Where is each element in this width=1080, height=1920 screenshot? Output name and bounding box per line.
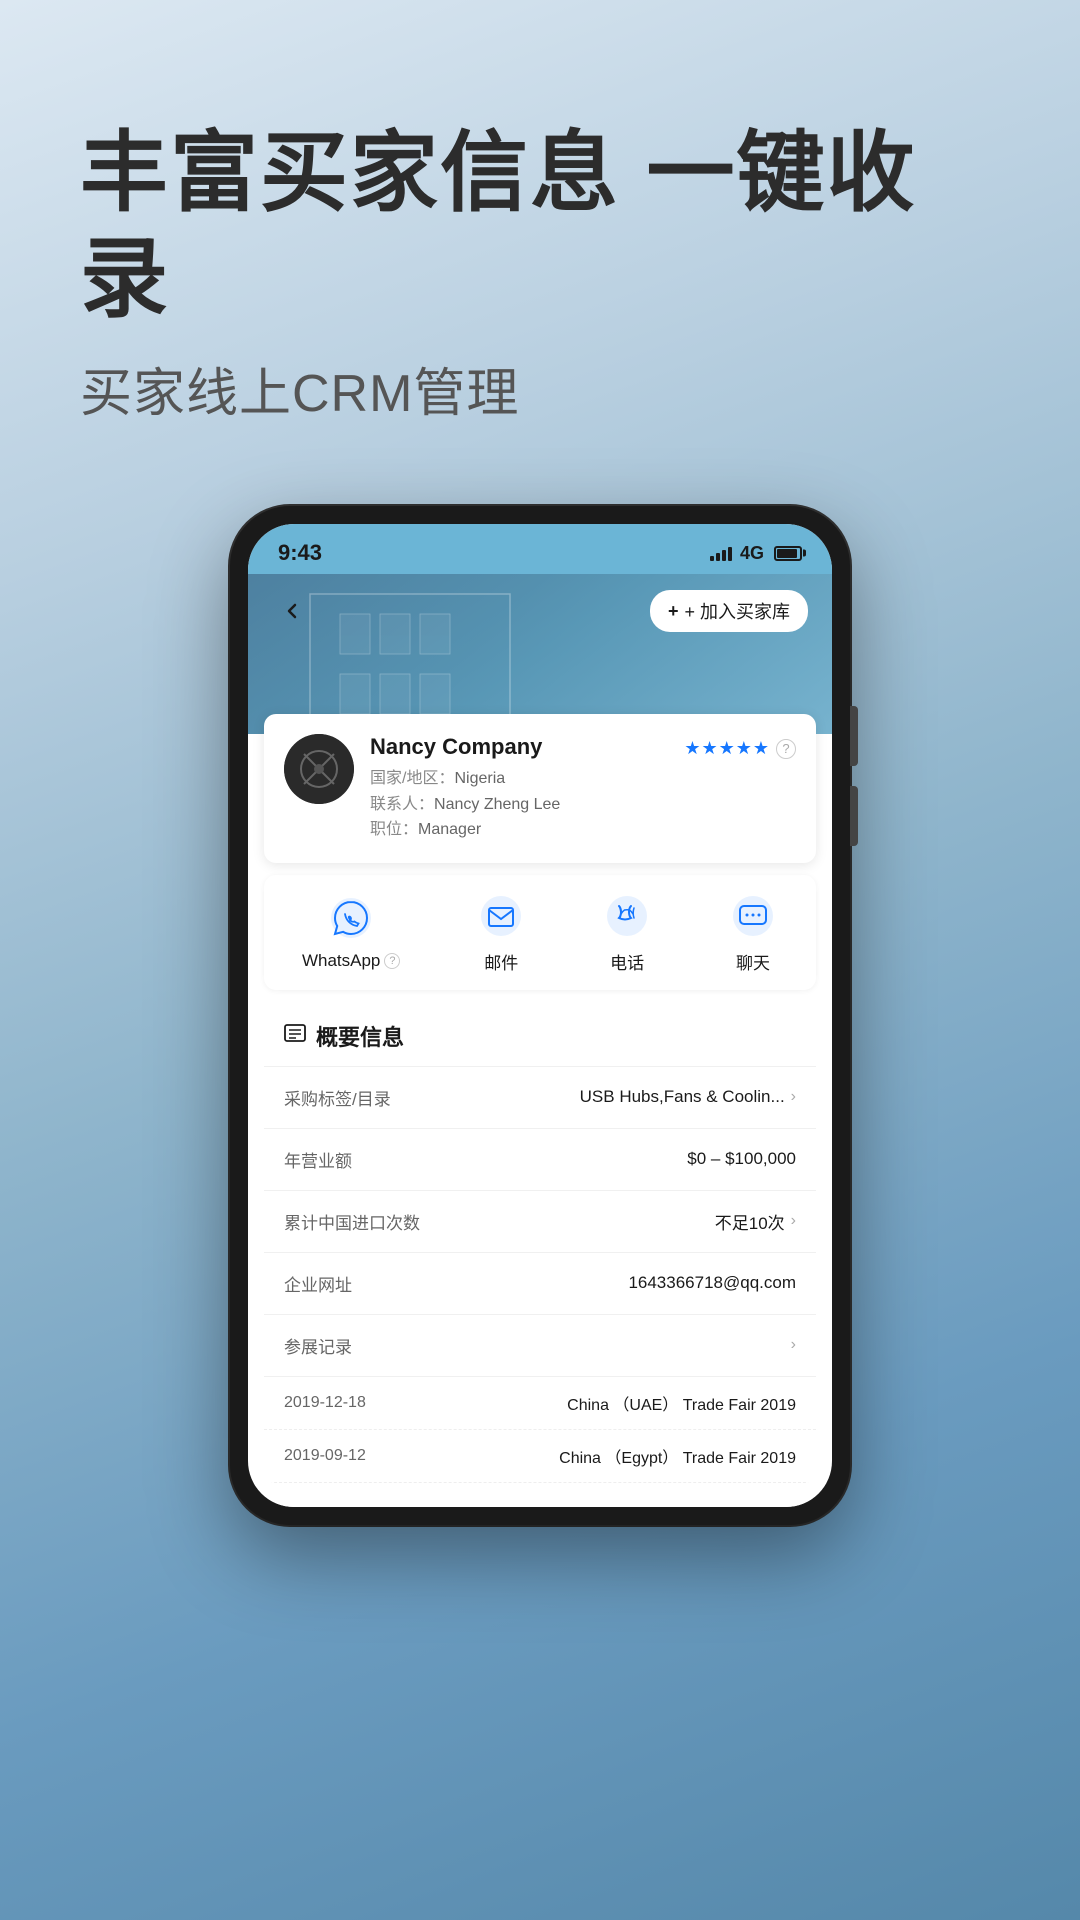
company-country: 国家/地区：Nigeria xyxy=(370,766,668,792)
rating-area: ★★★★★ ? xyxy=(684,738,796,759)
info-row-website: 企业网址 1643366718@qq.com xyxy=(264,1253,816,1315)
email-icon xyxy=(479,894,523,938)
info-row-revenue: 年营业额 $0 – $100,000 xyxy=(264,1129,816,1191)
info-label-imports: 累计中国进口次数 xyxy=(284,1209,420,1234)
info-value-tags: USB Hubs,Fans & Coolin... › xyxy=(580,1087,796,1107)
section-header: 概要信息 xyxy=(264,1002,816,1067)
signal-bar-2 xyxy=(716,553,720,561)
status-time: 9:43 xyxy=(278,540,322,566)
email-icon-wrap xyxy=(476,891,526,941)
info-label-website: 企业网址 xyxy=(284,1271,352,1296)
phone-label: 电话 xyxy=(610,949,644,974)
list-icon xyxy=(284,1022,306,1044)
network-type: 4G xyxy=(740,543,764,564)
whatsapp-help-icon[interactable]: ? xyxy=(384,953,400,969)
add-icon: + xyxy=(668,601,679,622)
add-buyer-button[interactable]: + + 加入买家库 xyxy=(650,590,808,632)
content-wrapper: 丰富买家信息 一键收录 买家线上CRM管理 9:43 xyxy=(0,0,1080,1525)
info-row-tags[interactable]: 采购标签/目录 USB Hubs,Fans & Coolin... › xyxy=(264,1067,816,1129)
phone-screen: 9:43 4G xyxy=(248,524,832,1507)
hero-area: + + 加入买家库 xyxy=(248,574,832,734)
company-name: Nancy Company xyxy=(370,734,668,760)
side-button-volume-up xyxy=(850,706,858,766)
company-title: 职位：Manager xyxy=(370,817,668,843)
email-label: 邮件 xyxy=(484,949,518,974)
chevron-icon-imports: › xyxy=(791,1212,796,1230)
signal-bar-3 xyxy=(722,550,726,561)
sub-title: 买家线上CRM管理 xyxy=(80,351,1000,426)
rating-help-icon[interactable]: ? xyxy=(776,739,796,759)
status-bar: 9:43 4G xyxy=(248,524,832,574)
chat-action[interactable]: 聊天 xyxy=(728,891,778,974)
whatsapp-icon-wrap xyxy=(326,893,376,943)
add-buyer-label: + 加入买家库 xyxy=(684,598,790,624)
battery-fill xyxy=(777,549,797,558)
side-button-volume-down xyxy=(850,786,858,846)
trade-fair-row-2: 2019-09-12 China （Egypt） Trade Fair 2019 xyxy=(264,1430,816,1483)
overview-title: 概要信息 xyxy=(316,1020,404,1052)
company-card: Nancy Company 国家/地区：Nigeria 联系人：Nancy Zh… xyxy=(264,714,816,863)
info-row-exhibitions[interactable]: 参展记录 › xyxy=(264,1315,816,1377)
trade-date-1: 2019-12-18 xyxy=(284,1394,366,1412)
chat-icon xyxy=(731,894,775,938)
trade-fair-row-1: 2019-12-18 China （UAE） Trade Fair 2019 xyxy=(264,1377,816,1430)
star-rating: ★★★★★ xyxy=(684,738,770,759)
phone-call-icon xyxy=(605,894,649,938)
status-icons: 4G xyxy=(710,543,802,564)
signal-bar-4 xyxy=(728,547,732,561)
overview-icon xyxy=(284,1022,306,1050)
phone-icon-wrap xyxy=(602,891,652,941)
info-value-website: 1643366718@qq.com xyxy=(628,1273,796,1293)
nav-bar: + + 加入买家库 xyxy=(248,574,832,648)
signal-bars-icon xyxy=(710,545,732,561)
signal-bar-1 xyxy=(710,556,714,561)
chevron-icon-exhibitions: › xyxy=(791,1336,796,1354)
chat-label: 聊天 xyxy=(736,949,770,974)
info-value-exhibitions: › xyxy=(791,1336,796,1354)
avatar-image xyxy=(284,734,354,804)
action-row: WhatsApp ? xyxy=(264,875,816,990)
trade-date-2: 2019-09-12 xyxy=(284,1447,366,1465)
info-label-revenue: 年营业额 xyxy=(284,1147,352,1172)
main-title: 丰富买家信息 一键收录 xyxy=(80,120,1000,331)
whatsapp-icon xyxy=(329,896,373,940)
email-action[interactable]: 邮件 xyxy=(476,891,526,974)
company-info: Nancy Company 国家/地区：Nigeria 联系人：Nancy Zh… xyxy=(370,734,668,843)
bottom-spacer xyxy=(248,1483,832,1507)
back-icon xyxy=(280,599,304,623)
phone-action[interactable]: 电话 xyxy=(602,891,652,974)
chat-icon-wrap xyxy=(728,891,778,941)
avatar xyxy=(284,734,354,804)
overview-section: 概要信息 采购标签/目录 USB Hubs,Fans & Coolin... ›… xyxy=(264,1002,816,1483)
company-contact: 联系人：Nancy Zheng Lee xyxy=(370,792,668,818)
info-label-tags: 采购标签/目录 xyxy=(284,1085,391,1110)
info-value-revenue: $0 – $100,000 xyxy=(687,1149,796,1169)
info-row-imports[interactable]: 累计中国进口次数 不足10次 › xyxy=(264,1191,816,1253)
back-button[interactable] xyxy=(272,591,312,631)
whatsapp-label: WhatsApp ? xyxy=(302,951,400,971)
battery-icon xyxy=(774,546,802,561)
chevron-icon: › xyxy=(791,1088,796,1106)
whatsapp-action[interactable]: WhatsApp ? xyxy=(302,893,400,971)
info-label-exhibitions: 参展记录 xyxy=(284,1333,352,1358)
trade-event-2: China （Egypt） Trade Fair 2019 xyxy=(559,1444,796,1468)
header-section: 丰富买家信息 一键收录 买家线上CRM管理 xyxy=(0,120,1080,426)
trade-event-1: China （UAE） Trade Fair 2019 xyxy=(567,1391,796,1415)
info-value-imports: 不足10次 › xyxy=(715,1209,796,1234)
phone-frame: 9:43 4G xyxy=(230,506,850,1525)
phone-mockup: 9:43 4G xyxy=(230,506,850,1525)
